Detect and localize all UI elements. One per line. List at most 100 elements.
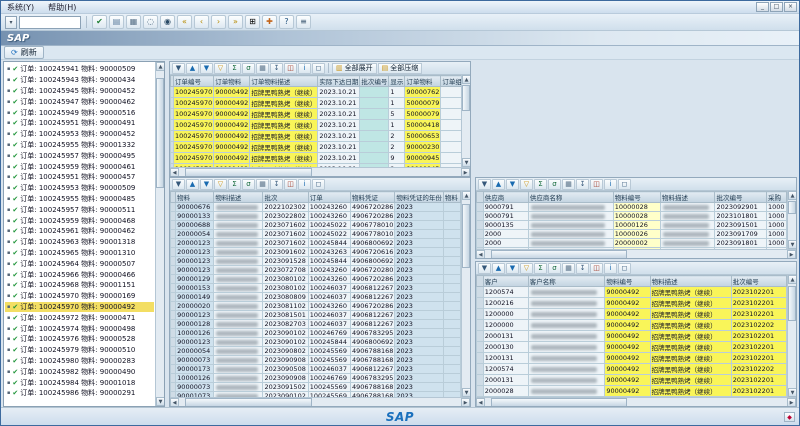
- table-cell[interactable]: 2023: [395, 356, 444, 365]
- scrollbar-thumb[interactable]: [788, 286, 796, 321]
- table-cell[interactable]: 1000: [766, 203, 786, 212]
- table-cell[interactable]: 招牌黑鸭熟烤（继续）: [650, 375, 731, 386]
- subtotal-icon[interactable]: σ: [242, 63, 255, 74]
- table-cell[interactable]: 2023090802: [263, 347, 308, 356]
- table-cell[interactable]: 100243260: [308, 266, 350, 275]
- table-cell[interactable]: 招牌黑鸭熟烤（继续）: [250, 142, 318, 153]
- table-cell[interactable]: 2023102201: [731, 287, 786, 298]
- table-cell[interactable]: 4906778010: [351, 230, 395, 239]
- suppliers-horizontal-scrollbar[interactable]: ◀ ▶: [476, 249, 796, 258]
- table-cell[interactable]: 1: [389, 87, 405, 98]
- table-cell[interactable]: [214, 392, 263, 398]
- table-row[interactable]: 9000007320230915021002455694906788168202…: [171, 383, 461, 392]
- table-cell[interactable]: 90000492: [605, 353, 650, 364]
- table-row[interactable]: 200013090000492招牌黑鸭熟烤（继续）2023102201: [477, 342, 787, 353]
- table-cell[interactable]: 10000126: [176, 374, 214, 383]
- table-cell[interactable]: [443, 284, 460, 293]
- table-row[interactable]: 10024597090000492招牌黑鸭熟烤（继续）2023.10.21250…: [171, 131, 462, 142]
- graphic-icon[interactable]: ◫: [590, 179, 603, 190]
- command-field[interactable]: [19, 16, 81, 29]
- table-cell[interactable]: 招牌黑鸭熟烤（继续）: [650, 364, 731, 375]
- table-row[interactable]: 90001351000012620230915011000: [477, 221, 787, 230]
- row-select-cell[interactable]: [477, 287, 484, 298]
- table-cell[interactable]: [360, 109, 389, 120]
- table-cell[interactable]: 100245022: [308, 230, 350, 239]
- table-cell[interactable]: 100246037: [308, 293, 350, 302]
- table-cell[interactable]: [214, 230, 263, 239]
- table-row[interactable]: 20002000001220230918011000: [477, 248, 787, 250]
- table-cell[interactable]: [443, 338, 460, 347]
- table-row[interactable]: 9000007320230909081002455694906788168202…: [171, 356, 461, 365]
- table-cell[interactable]: 100245569: [308, 356, 350, 365]
- table-cell[interactable]: 1000: [766, 248, 786, 250]
- table-cell[interactable]: 招牌黑鸭熟烤（继续）: [650, 397, 731, 398]
- subtotal-icon[interactable]: σ: [242, 179, 255, 190]
- table-cell[interactable]: [528, 331, 605, 342]
- prev-page-icon[interactable]: ‹: [194, 15, 209, 29]
- table-row[interactable]: 1000012620230909081002467694906783295202…: [171, 374, 461, 383]
- table-cell[interactable]: 20000020: [176, 302, 214, 311]
- table-row[interactable]: 10024597090000492招牌黑鸭熟烤（继续）2023.10.21290…: [171, 142, 462, 153]
- scroll-down-icon[interactable]: ▼: [462, 158, 470, 167]
- table-row[interactable]: 9000067620221023021002432604906720286202…: [171, 203, 461, 212]
- table-cell[interactable]: 50000079: [405, 109, 441, 120]
- table-cell[interactable]: 2023102202: [731, 320, 786, 331]
- table-cell[interactable]: [214, 356, 263, 365]
- table-cell[interactable]: 2023: [395, 383, 444, 392]
- table-cell[interactable]: 2023092901: [715, 203, 767, 212]
- table-cell[interactable]: 1200000: [483, 309, 528, 320]
- scrollbar-thumb[interactable]: [462, 85, 470, 110]
- table-row[interactable]: 9000012320230815011002460374906812267202…: [171, 311, 461, 320]
- column-header[interactable]: 供应商: [483, 192, 528, 203]
- sidebar-item-order[interactable]: ▪✔订单: 100245945 物料: 90000452: [5, 86, 154, 97]
- table-row[interactable]: 20002000000220230918011000: [477, 239, 787, 248]
- table-cell[interactable]: 90000230: [405, 142, 441, 153]
- scrollbar-thumb[interactable]: [491, 398, 627, 407]
- table-cell[interactable]: 90000492: [605, 320, 650, 331]
- table-row[interactable]: 9000012320230901021002458444906800692202…: [171, 338, 461, 347]
- sidebar-item-order[interactable]: ▪✔订单: 100245957 物料: 90000511: [5, 204, 154, 215]
- table-cell[interactable]: 20000123: [176, 248, 214, 257]
- sidebar-item-order[interactable]: ▪✔订单: 100245947 物料: 90000462: [5, 96, 154, 107]
- column-header[interactable]: 物料: [176, 192, 214, 203]
- scrollbar-thumb[interactable]: [491, 250, 627, 259]
- table-cell[interactable]: 1200216: [483, 298, 528, 309]
- table-cell[interactable]: 90000073: [176, 383, 214, 392]
- table-cell[interactable]: 2023: [395, 329, 444, 338]
- table-cell[interactable]: [661, 203, 715, 212]
- table-cell[interactable]: 100243263: [308, 248, 350, 257]
- table-cell[interactable]: 100245970: [174, 131, 214, 142]
- orders-vertical-scrollbar[interactable]: ▲ ▼: [461, 75, 470, 167]
- table-cell[interactable]: 90000123: [176, 338, 214, 347]
- table-cell[interactable]: 2023091501: [715, 221, 767, 230]
- table-cell[interactable]: 20000054: [176, 230, 214, 239]
- column-header[interactable]: 物料描述: [661, 192, 715, 203]
- row-select-cell[interactable]: [477, 203, 484, 212]
- table-cell[interactable]: 50000418: [405, 120, 441, 131]
- column-header[interactable]: 客户: [483, 276, 528, 287]
- table-cell[interactable]: [214, 275, 263, 284]
- table-row[interactable]: 9000012320230727081002432604906720280202…: [171, 266, 461, 275]
- row-select-cell[interactable]: [477, 320, 484, 331]
- table-row[interactable]: 9000012320230915281002458444906800692202…: [171, 257, 461, 266]
- scroll-up-icon[interactable]: ▲: [788, 275, 796, 284]
- table-cell[interactable]: 招牌黑鸭熟烤（继续）: [650, 331, 731, 342]
- table-cell[interactable]: [443, 212, 460, 221]
- table-cell[interactable]: 100246037: [308, 365, 350, 374]
- sidebar-item-order[interactable]: ▪✔订单: 100245961 物料: 90000462: [5, 226, 154, 237]
- table-cell[interactable]: 100243260: [308, 302, 350, 311]
- row-select-cell[interactable]: [477, 221, 484, 230]
- scrollbar-thumb[interactable]: [462, 204, 470, 268]
- table-cell[interactable]: 90000492: [605, 342, 650, 353]
- table-cell[interactable]: 100243260: [308, 275, 350, 284]
- table-cell[interactable]: 100243260: [308, 212, 350, 221]
- table-cell[interactable]: 10000126: [176, 329, 214, 338]
- first-page-icon[interactable]: «: [177, 15, 192, 29]
- sidebar-item-order[interactable]: ▪✔订单: 100245972 物料: 90000471: [5, 312, 154, 323]
- table-cell[interactable]: 4906720286: [351, 275, 395, 284]
- table-cell[interactable]: 2000130: [483, 342, 528, 353]
- row-select-cell[interactable]: [477, 239, 484, 248]
- sidebar-item-order[interactable]: ▪✔订单: 100245965 物料: 90001310: [5, 248, 154, 259]
- detail-icon[interactable]: ◻: [618, 179, 631, 190]
- scroll-right-icon[interactable]: ▶: [461, 168, 470, 177]
